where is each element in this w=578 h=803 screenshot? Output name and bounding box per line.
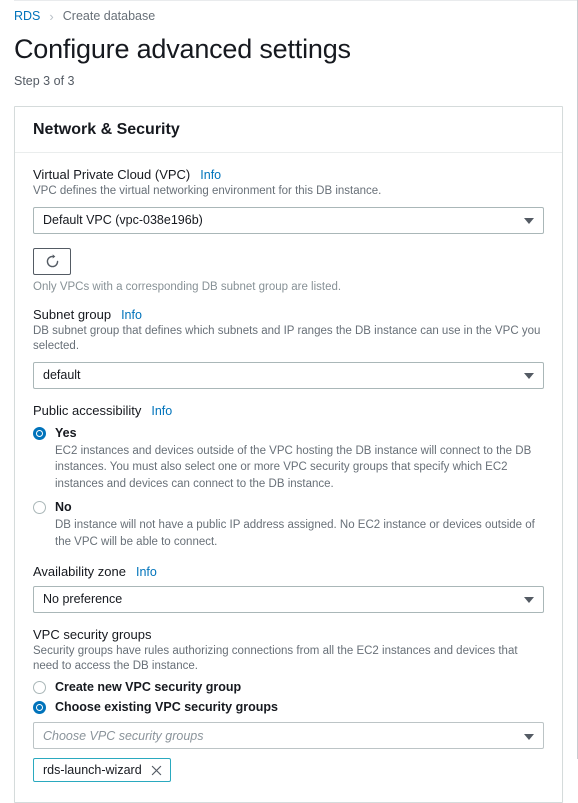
- public-accessibility-label: Public accessibility: [33, 402, 142, 418]
- radio-indicator-choose-existing[interactable]: [33, 701, 46, 715]
- vpc-security-groups-placeholder: Choose VPC security groups: [43, 728, 204, 743]
- subnet-group-label-row: Subnet group Info: [33, 307, 544, 322]
- public-accessibility-label-row: Public accessibility Info: [33, 403, 544, 418]
- radio-no-description: DB instance will not have a public IP ad…: [55, 519, 535, 548]
- subnet-group-description: DB subnet group that defines which subne…: [33, 324, 541, 353]
- field-subnet-group: Subnet group Info DB subnet group that d…: [33, 307, 544, 389]
- chevron-down-icon: [524, 597, 534, 604]
- vpc-label: Virtual Private Cloud (VPC): [33, 167, 191, 183]
- radio-yes-description: EC2 instances and devices outside of the…: [55, 445, 532, 490]
- vpc-select-value: Default VPC (vpc-038e196b): [43, 213, 203, 228]
- breadcrumb-item-rds[interactable]: RDS: [14, 9, 40, 23]
- breadcrumb: RDS › Create database: [14, 0, 564, 24]
- radio-choose-existing-body: Choose existing VPC security groups: [55, 699, 544, 715]
- vpc-description: VPC defines the virtual networking envir…: [33, 185, 382, 198]
- breadcrumb-item-create-database[interactable]: Create database: [63, 9, 155, 23]
- radio-public-accessibility-yes[interactable]: Yes EC2 instances and devices outside of…: [33, 425, 544, 492]
- chevron-down-icon: [524, 733, 534, 740]
- panel-title: Network & Security: [33, 121, 180, 139]
- top-divider: [14, 0, 578, 1]
- radio-choose-existing-label: Choose existing VPC security groups: [55, 700, 278, 715]
- token-rds-launch-wizard[interactable]: rds-launch-wizard: [33, 758, 171, 783]
- availability-zone-label: Availability zone: [33, 563, 126, 579]
- subnet-group-label: Subnet group: [33, 306, 112, 322]
- chevron-down-icon: [524, 218, 534, 225]
- panel-header: Network & Security: [15, 107, 562, 154]
- chevron-down-icon: [524, 373, 534, 380]
- refresh-icon: [46, 254, 58, 267]
- radio-indicator-no[interactable]: [33, 501, 46, 515]
- radio-no-body: No DB instance will not have a public IP…: [55, 499, 544, 550]
- step-indicator: Step 3 of 3: [14, 74, 75, 89]
- vpc-security-groups-label: VPC security groups: [33, 626, 152, 642]
- close-icon[interactable]: [150, 764, 163, 777]
- vpc-security-groups-token-list: rds-launch-wizard: [33, 758, 544, 783]
- vpc-security-groups-label-row: VPC security groups: [33, 627, 544, 642]
- refresh-button[interactable]: [33, 247, 71, 275]
- radio-public-accessibility-no[interactable]: No DB instance will not have a public IP…: [33, 499, 544, 550]
- field-vpc-security-groups: VPC security groups Security groups have…: [33, 627, 544, 783]
- subnet-group-select[interactable]: default: [33, 361, 544, 389]
- radio-create-new-body: Create new VPC security group: [55, 679, 544, 695]
- availability-zone-label-row: Availability zone Info: [33, 564, 544, 579]
- availability-zone-select-value: No preference: [43, 592, 123, 607]
- page-title: Configure advanced settings: [14, 34, 351, 64]
- availability-zone-select[interactable]: No preference: [33, 585, 544, 613]
- vpc-label-row: Virtual Private Cloud (VPC) Info: [33, 167, 544, 182]
- radio-yes-label: Yes: [55, 425, 77, 440]
- vpc-select[interactable]: Default VPC (vpc-038e196b): [33, 206, 544, 234]
- field-availability-zone: Availability zone Info No preference: [33, 564, 544, 613]
- token-label: rds-launch-wizard: [43, 763, 142, 778]
- radio-create-new-security-group[interactable]: Create new VPC security group: [33, 679, 544, 695]
- breadcrumb-separator-icon: ›: [49, 8, 54, 24]
- radio-yes-body: Yes EC2 instances and devices outside of…: [55, 425, 544, 492]
- radio-indicator-yes[interactable]: [33, 426, 46, 440]
- network-security-panel: Network & Security Virtual Private Cloud…: [14, 106, 563, 803]
- radio-choose-existing-security-groups[interactable]: Choose existing VPC security groups: [33, 699, 544, 715]
- radio-no-label: No: [55, 500, 72, 515]
- subnet-group-info-link[interactable]: Info: [121, 308, 142, 322]
- vpc-security-groups-select[interactable]: Choose VPC security groups: [33, 722, 544, 750]
- availability-zone-info-link[interactable]: Info: [136, 565, 157, 579]
- vpc-refresh-row: Only VPCs with a corresponding DB subnet…: [33, 247, 544, 293]
- page-root: RDS › Create database Configure advanced…: [0, 0, 578, 803]
- vpc-info-link[interactable]: Info: [200, 168, 221, 182]
- field-public-accessibility: Public accessibility Info Yes EC2 instan…: [33, 403, 544, 550]
- radio-indicator-create-new[interactable]: [33, 680, 46, 694]
- panel-body: Virtual Private Cloud (VPC) Info VPC def…: [15, 153, 562, 802]
- vpc-refresh-note: Only VPCs with a corresponding DB subnet…: [33, 280, 342, 293]
- field-vpc: Virtual Private Cloud (VPC) Info VPC def…: [33, 167, 544, 234]
- radio-create-new-label: Create new VPC security group: [55, 679, 242, 694]
- vpc-security-groups-description: Security groups have rules authorizing c…: [33, 644, 518, 673]
- subnet-group-select-value: default: [43, 368, 81, 383]
- public-accessibility-info-link[interactable]: Info: [151, 404, 172, 418]
